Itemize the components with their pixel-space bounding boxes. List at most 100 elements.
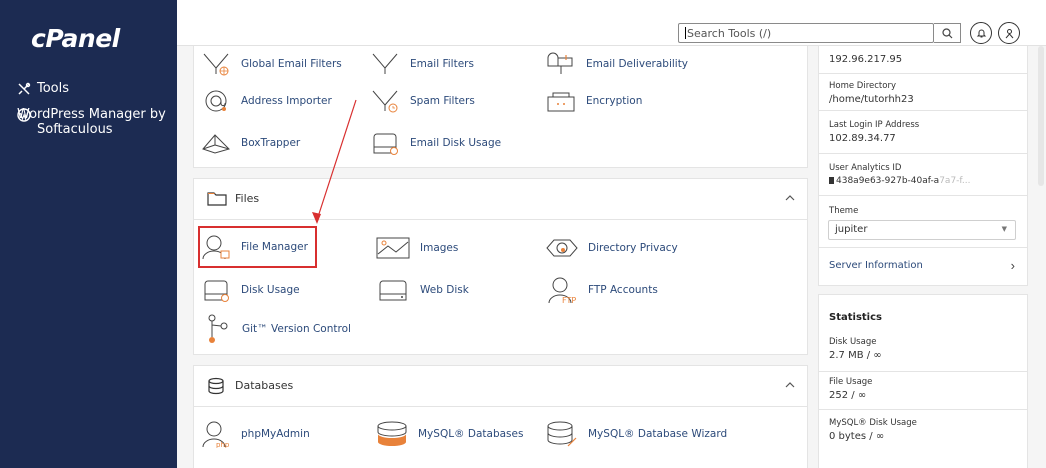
files-item-disk-usage[interactable]: Disk Usage: [201, 278, 300, 302]
bell-icon: [976, 29, 986, 37]
email-item-encryption[interactable]: Encryption: [546, 89, 642, 113]
sidebar: cPanel Tools WordPress Manager by Softac…: [0, 0, 177, 468]
chevron-up-icon[interactable]: [785, 381, 795, 389]
stat-label: MySQL® Disk Usage: [829, 418, 917, 428]
git-icon: [208, 314, 228, 343]
stat-value: 252 / ∞: [829, 390, 867, 401]
item-label: phpMyAdmin: [241, 428, 310, 440]
theme-label: Theme: [829, 206, 859, 216]
item-label: Directory Privacy: [588, 242, 678, 254]
global-filter-icon: [203, 53, 229, 76]
files-panel-title: Files: [235, 192, 260, 205]
svg-text:FTP: FTP: [562, 296, 576, 304]
directory-privacy-icon: [546, 239, 578, 257]
files-item-ftp-accounts[interactable]: FTP FTP Accounts: [546, 276, 658, 304]
svg-text:php: php: [216, 441, 230, 448]
files-item-images[interactable]: Images: [376, 236, 458, 260]
general-info-panel: 192.96.217.95 Home Directory /home/tutor…: [818, 46, 1028, 286]
stat-label: Disk Usage: [829, 337, 877, 347]
item-label: Disk Usage: [241, 284, 300, 296]
email-item-boxtrapper[interactable]: BoxTrapper: [201, 131, 300, 155]
item-label: Email Disk Usage: [410, 137, 502, 149]
mysql-databases-icon: [377, 421, 407, 446]
user-menu-button[interactable]: [998, 22, 1020, 44]
copy-icon[interactable]: [829, 177, 834, 184]
files-item-web-disk[interactable]: Web Disk: [376, 278, 469, 302]
db-item-phpmyadmin[interactable]: php phpMyAdmin: [201, 420, 310, 448]
email-disk-usage-icon: [373, 133, 398, 155]
stat-label: File Usage: [829, 377, 873, 387]
filter-icon: [372, 53, 398, 74]
email-item-spam-filters[interactable]: Spam Filters: [370, 89, 475, 113]
item-label: Encryption: [586, 95, 643, 107]
db-item-mysql-databases[interactable]: MySQL® Databases: [376, 420, 523, 448]
item-label: Spam Filters: [410, 95, 475, 107]
user-icon: [1005, 28, 1013, 38]
item-label: Web Disk: [420, 284, 469, 296]
item-label: MySQL® Database Wizard: [588, 428, 728, 440]
databases-panel-header[interactable]: Databases: [194, 366, 807, 407]
analytics-value: 438a9e63-927b-40af-a7a7-f...: [829, 176, 1027, 186]
phpmyadmin-icon: php: [202, 421, 230, 448]
tools-icon: [18, 82, 31, 95]
databases-panel-title: Databases: [235, 379, 294, 392]
mysql-wizard-icon: [547, 421, 577, 447]
files-item-directory-privacy[interactable]: Directory Privacy: [546, 236, 678, 260]
home-dir-value: /home/tutorhh23: [829, 94, 914, 105]
sidebar-item-label: WordPress Manager by Softaculous: [17, 107, 166, 137]
analytics-id: 438a9e63-927b-40af-a: [836, 176, 940, 186]
sidebar-item-tools[interactable]: Tools: [17, 81, 69, 96]
item-label: BoxTrapper: [241, 137, 301, 149]
chevron-down-icon: ▼: [1001, 225, 1007, 233]
page-scrollbar[interactable]: [1038, 46, 1044, 186]
server-info-row[interactable]: Server Information ›: [819, 248, 1027, 286]
disk-usage-icon: [204, 280, 229, 302]
item-label: Email Filters: [410, 58, 474, 70]
search-button[interactable]: [934, 23, 961, 43]
sidebar-item-wordpress[interactable]: WordPress Manager by Softaculous: [17, 107, 167, 137]
email-item-disk-usage[interactable]: Email Disk Usage: [370, 131, 501, 155]
files-panel-header[interactable]: Files: [194, 179, 807, 220]
database-icon: [208, 377, 224, 395]
spam-filter-icon: [372, 90, 398, 113]
theme-value: jupiter: [835, 224, 868, 235]
sidebar-item-label: Tools: [37, 81, 70, 96]
cpanel-logo[interactable]: cPanel: [31, 24, 120, 53]
statistics-panel: Statistics Disk Usage 2.7 MB / ∞ File Us…: [818, 294, 1028, 468]
server-info-label: Server Information: [829, 260, 923, 271]
search-placeholder: Search Tools (/): [687, 27, 772, 40]
images-icon: [376, 237, 410, 259]
notifications-button[interactable]: [970, 22, 992, 44]
chevron-up-icon[interactable]: [785, 194, 795, 202]
stat-value: 0 bytes / ∞: [829, 431, 885, 442]
item-label: FTP Accounts: [588, 284, 658, 296]
item-label: Git™ Version Control: [242, 323, 351, 335]
file-manager-highlight: [198, 226, 317, 268]
search-icon: [941, 27, 952, 38]
web-disk-icon: [379, 280, 407, 301]
last-login-value: 102.89.34.77: [829, 133, 896, 144]
email-item-deliverability[interactable]: Email Deliverability: [546, 52, 688, 76]
item-label: Images: [420, 242, 459, 254]
analytics-label: User Analytics ID: [829, 163, 902, 173]
files-item-git-version-control[interactable]: Git™ Version Control: [206, 314, 351, 344]
annotation-arrow: [312, 99, 357, 224]
email-item-global-filters[interactable]: Global Email Filters: [201, 52, 342, 76]
stat-value: 2.7 MB / ∞: [829, 350, 882, 361]
email-item-filters[interactable]: Email Filters: [370, 52, 474, 76]
item-label: Email Deliverability: [586, 58, 689, 70]
chevron-right-icon: ›: [1010, 258, 1015, 273]
item-label: Global Email Filters: [241, 58, 342, 70]
item-label: MySQL® Databases: [418, 428, 524, 440]
analytics-id-faded: 7a7-f...: [939, 176, 971, 186]
folder-icon: [207, 192, 227, 206]
theme-select[interactable]: jupiter ▼: [828, 220, 1016, 240]
address-importer-icon: [205, 90, 227, 112]
encryption-icon: [547, 92, 575, 112]
boxtrapper-icon: [202, 134, 230, 154]
statistics-title: Statistics: [829, 312, 882, 323]
search-input[interactable]: Search Tools (/): [678, 23, 934, 43]
db-item-mysql-wizard[interactable]: MySQL® Database Wizard: [546, 420, 727, 448]
mailbox-icon: [547, 52, 573, 74]
ip-value: 192.96.217.95: [829, 54, 903, 65]
